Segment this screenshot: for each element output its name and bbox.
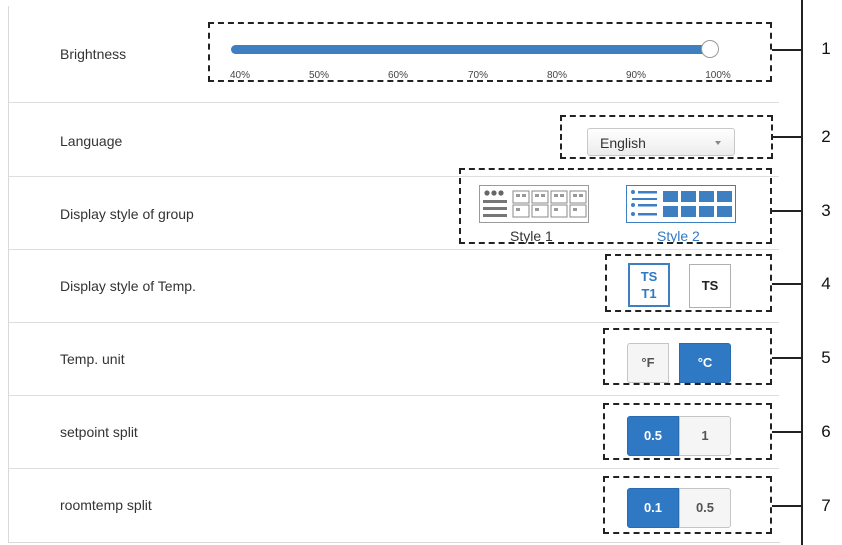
- temp-unit-label: Temp. unit: [60, 351, 125, 367]
- language-label: Language: [60, 133, 123, 149]
- callout-frame: [459, 168, 772, 244]
- callout-leader: [773, 136, 802, 138]
- callout-leader: [772, 210, 802, 212]
- callout-number: 4: [821, 274, 831, 293]
- callout-frame: [208, 22, 772, 82]
- callout-leader: [772, 357, 802, 359]
- callout-number: 6: [821, 422, 831, 441]
- row-divider: [8, 322, 779, 323]
- row-divider: [8, 249, 779, 250]
- callout-frame: [605, 254, 772, 312]
- row-divider: [8, 468, 779, 469]
- temp-style-label: Display style of Temp.: [60, 278, 196, 294]
- callout-leader: [772, 431, 802, 433]
- row-divider: [8, 102, 779, 103]
- roomtemp-split-label: roomtemp split: [60, 497, 152, 513]
- callout-leader: [772, 283, 802, 285]
- callout-leader: [772, 49, 802, 51]
- callout-frame: [603, 403, 772, 460]
- callout-number: 5: [821, 348, 831, 367]
- callout-frame: [603, 476, 772, 534]
- brightness-label: Brightness: [60, 46, 127, 62]
- setpoint-split-label: setpoint split: [60, 424, 138, 440]
- callout-number: 7: [821, 496, 831, 515]
- callout-frame: [603, 328, 772, 385]
- callout-number: 2: [821, 127, 831, 146]
- callout-leader: [772, 505, 802, 507]
- callout-vertical-line: [801, 0, 803, 545]
- group-style-label: Display style of group: [60, 206, 194, 222]
- callout-number: 1: [821, 39, 831, 58]
- row-divider: [8, 395, 779, 396]
- callout-frame: [560, 115, 773, 159]
- callout-number: 3: [821, 201, 831, 220]
